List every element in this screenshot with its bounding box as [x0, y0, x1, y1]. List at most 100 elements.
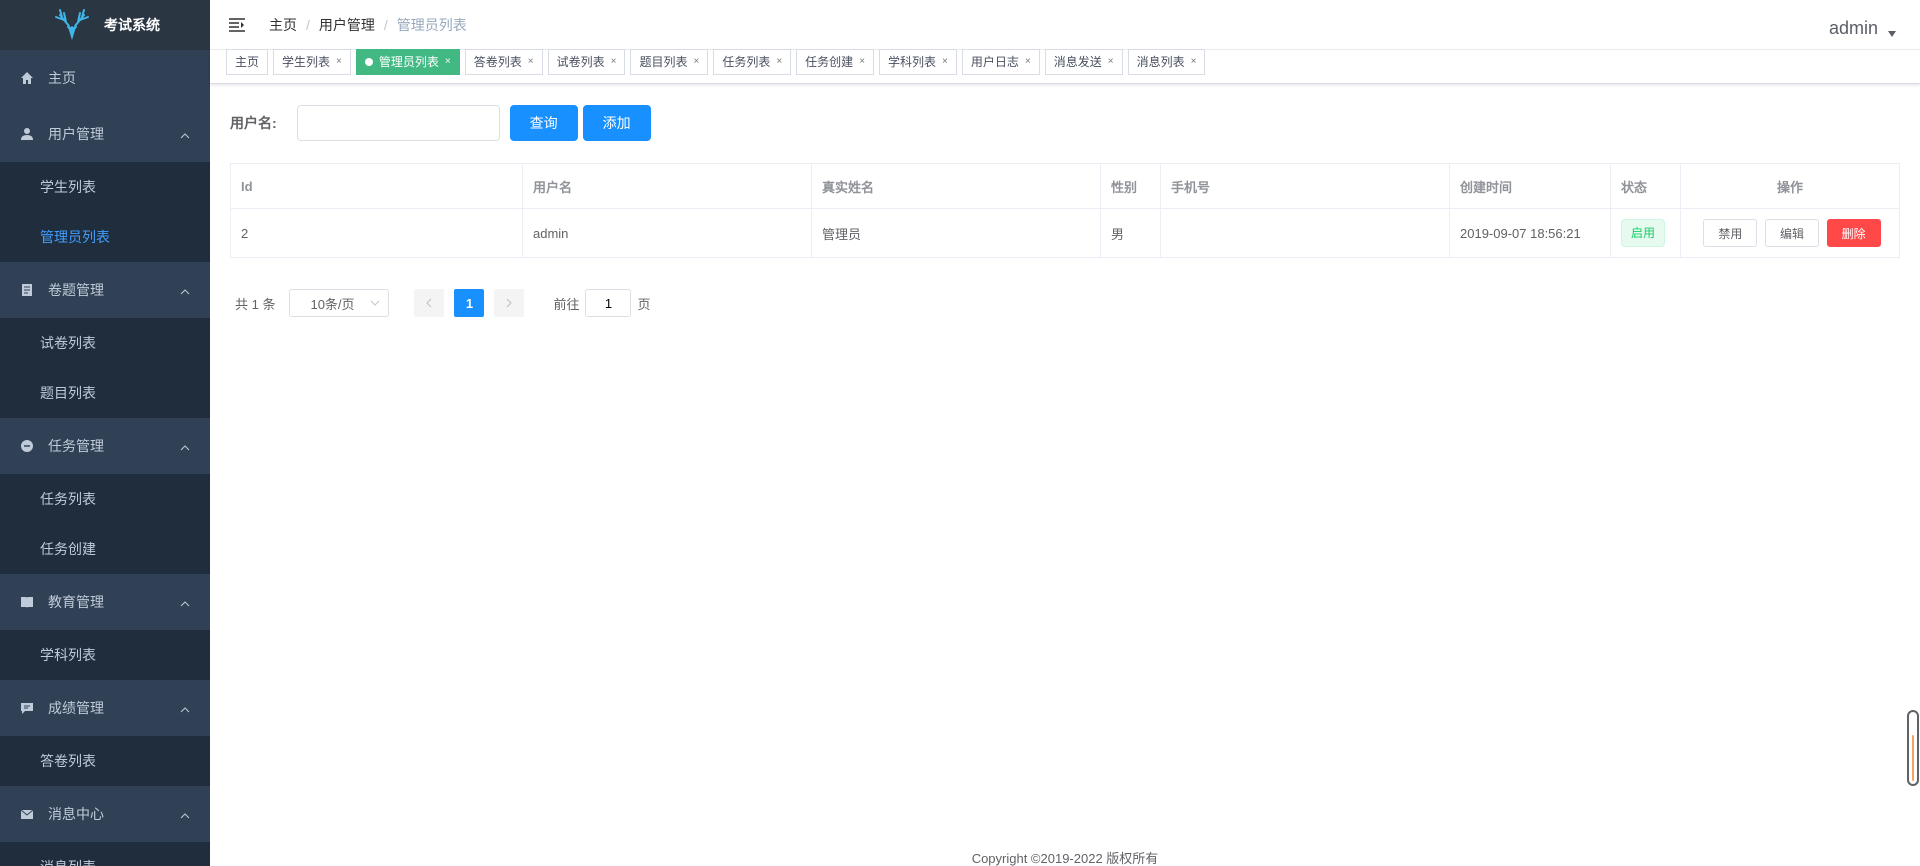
tag-label: 学科列表: [888, 55, 937, 69]
next-page-button[interactable]: [494, 289, 525, 317]
sidebar-item-home[interactable]: 主页: [0, 50, 210, 106]
disable-button[interactable]: 禁用: [1703, 219, 1758, 247]
breadcrumb-item-user-management[interactable]: 用户管理: [319, 15, 375, 35]
cell-username: admin: [522, 208, 812, 258]
sidebar-group-message-center[interactable]: 消息中心: [0, 786, 210, 842]
sidebar-group-label: 任务管理: [48, 438, 104, 454]
close-icon[interactable]: ×: [776, 50, 782, 74]
query-button[interactable]: 查询: [509, 105, 578, 141]
sidebar-item-answer-list[interactable]: 答卷列表: [0, 736, 210, 786]
tag-task-list[interactable]: 任务列表 ×: [713, 49, 792, 75]
breadcrumb-separator: /: [383, 16, 388, 33]
breadcrumb-item-home[interactable]: 主页: [269, 15, 297, 35]
close-icon[interactable]: ×: [611, 50, 617, 74]
sidebar-item-question-list[interactable]: 题目列表: [0, 368, 210, 418]
scrollbar-thumb[interactable]: [1907, 710, 1919, 786]
sidebar: 考试系统 主页 用户管理 学生列表 管理员列表 卷题管理 试卷列表 题目列表 任…: [0, 0, 210, 866]
logo[interactable]: 考试系统: [0, 0, 210, 50]
column-header-actions: 操作: [1680, 163, 1900, 209]
tag-student-list[interactable]: 学生列表 ×: [273, 49, 351, 75]
close-icon[interactable]: ×: [1191, 50, 1197, 74]
sidebar-item-message-list[interactable]: 消息列表: [0, 842, 210, 866]
sidebar-item-exam-paper-list[interactable]: 试卷列表: [0, 318, 210, 368]
pagination: 共 1 条 10条/页 1 前往 页: [235, 289, 651, 317]
close-icon[interactable]: ×: [1025, 50, 1031, 74]
tag-subject-list[interactable]: 学科列表 ×: [879, 49, 957, 75]
page-size-value: 10条/页: [310, 296, 355, 312]
cell-gender: 男: [1100, 208, 1161, 258]
tag-exam-paper-list[interactable]: 试卷列表 ×: [547, 49, 626, 75]
delete-button[interactable]: 删除: [1826, 219, 1881, 247]
sidebar-item-subject-list[interactable]: 学科列表: [0, 630, 210, 680]
close-icon[interactable]: ×: [859, 50, 865, 74]
status-badge: 启用: [1621, 219, 1666, 247]
sidebar-group-task-management[interactable]: 任务管理: [0, 418, 210, 474]
chat-icon: [20, 701, 34, 715]
home-icon: [20, 71, 34, 85]
column-header-status[interactable]: 状态: [1610, 163, 1681, 209]
sidebar-group-score-management[interactable]: 成绩管理: [0, 680, 210, 736]
cell-phone: [1160, 208, 1450, 258]
close-icon[interactable]: ×: [693, 50, 699, 74]
user-dropdown[interactable]: admin: [1829, 18, 1896, 39]
tag-label: 消息列表: [1136, 55, 1185, 69]
sidebar-item-admin-list[interactable]: 管理员列表: [0, 212, 210, 262]
tag-label: 学生列表: [282, 55, 331, 69]
admin-table: Id 用户名 真实姓名 性别 手机号 创建时间 状态 操作 2 admin 管理…: [230, 163, 1900, 258]
close-icon[interactable]: ×: [942, 50, 948, 74]
column-header-id[interactable]: Id: [230, 163, 523, 209]
tag-task-create[interactable]: 任务创建 ×: [796, 49, 875, 75]
tag-admin-list[interactable]: 管理员列表 ×: [355, 49, 460, 75]
tag-message-send[interactable]: 消息发送 ×: [1044, 49, 1123, 75]
sidebar-item-task-list[interactable]: 任务列表: [0, 474, 210, 524]
add-button[interactable]: 添加: [582, 105, 651, 141]
mail-icon: [20, 807, 34, 821]
breadcrumb: 主页 / 用户管理 / 管理员列表: [269, 15, 467, 35]
tag-label: 消息发送: [1053, 55, 1102, 69]
column-header-phone[interactable]: 手机号: [1160, 163, 1450, 209]
edit-button[interactable]: 编辑: [1764, 219, 1819, 247]
tag-question-list[interactable]: 题目列表 ×: [630, 49, 709, 75]
tag-message-list[interactable]: 消息列表 ×: [1127, 49, 1206, 75]
column-header-username[interactable]: 用户名: [522, 163, 812, 209]
page-suffix: 页: [637, 296, 651, 312]
sidebar-group-label: 教育管理: [48, 594, 104, 610]
column-header-realname[interactable]: 真实姓名: [811, 163, 1101, 209]
deer-logo-icon: [55, 9, 89, 40]
chevron-down-icon: [371, 300, 380, 306]
page-size-select[interactable]: 10条/页: [289, 289, 390, 317]
chevron-up-icon: [180, 133, 190, 139]
close-icon[interactable]: ×: [1108, 50, 1114, 74]
prev-page-button[interactable]: [414, 289, 445, 317]
tag-answer-list[interactable]: 答卷列表 ×: [464, 49, 543, 75]
sidebar-group-user-management[interactable]: 用户管理: [0, 106, 210, 162]
tag-home[interactable]: 主页: [226, 49, 269, 75]
sidebar-group-education-management[interactable]: 教育管理: [0, 574, 210, 630]
goto-page-input[interactable]: [585, 289, 632, 317]
column-header-gender[interactable]: 性别: [1100, 163, 1161, 209]
sidebar-group-label: 用户管理: [48, 126, 104, 142]
task-icon: [20, 439, 34, 453]
cell-actions: 禁用 编辑 删除: [1680, 208, 1900, 258]
chevron-left-icon: [426, 298, 432, 308]
sidebar-item-task-create[interactable]: 任务创建: [0, 524, 210, 574]
navbar: 主页 / 用户管理 / 管理员列表 admin: [210, 0, 1920, 50]
username-search-input[interactable]: [296, 105, 500, 141]
main-content: 用户名: 查询 添加 Id 用户名 真实姓名 性别 手机号 创建时间 状态 操作…: [210, 85, 1920, 866]
hamburger-icon[interactable]: [227, 15, 247, 35]
book-icon: [20, 595, 34, 609]
tag-user-log[interactable]: 用户日志 ×: [961, 49, 1040, 75]
scrollbar-thumb-fill: [1912, 735, 1914, 781]
cell-id: 2: [230, 208, 523, 258]
sidebar-group-label: 卷题管理: [48, 282, 104, 298]
close-icon[interactable]: ×: [336, 50, 342, 74]
page-number-current[interactable]: 1: [454, 289, 485, 317]
tags-view: 主页 学生列表 × 管理员列表 × 答卷列表 × 试卷列表 × 题目列表 × 任务列表 × …: [210, 49, 1920, 84]
close-icon[interactable]: ×: [445, 50, 451, 74]
sidebar-group-paper-management[interactable]: 卷题管理: [0, 262, 210, 318]
sidebar-item-student-list[interactable]: 学生列表: [0, 162, 210, 212]
tag-label: 主页: [235, 55, 260, 69]
page-jumper: 前往 页: [553, 289, 651, 317]
column-header-created[interactable]: 创建时间: [1449, 163, 1611, 209]
close-icon[interactable]: ×: [528, 50, 534, 74]
